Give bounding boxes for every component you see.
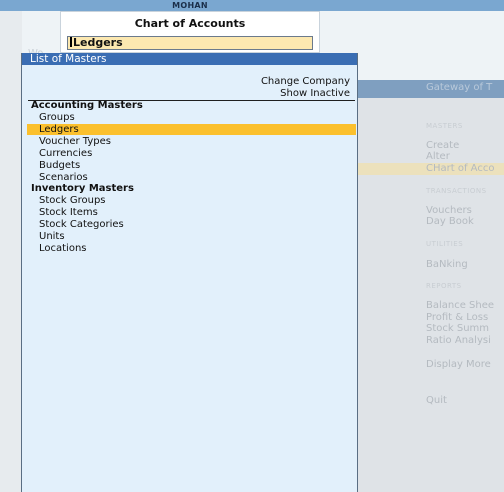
text-cursor [70, 37, 72, 47]
accounting-masters-heading: Accounting Masters [31, 100, 143, 111]
gateway-item-create[interactable]: Create [426, 140, 459, 151]
list-item-stock-groups[interactable]: Stock Groups [39, 195, 106, 206]
company-name: MOHAN [172, 1, 208, 10]
gateway-item-alter[interactable]: Alter [426, 151, 450, 162]
gateway-item-quit[interactable]: Quit [426, 395, 447, 406]
background-left-area [0, 11, 22, 492]
list-item-stock-categories[interactable]: Stock Categories [39, 219, 124, 230]
gateway-item-profit-loss[interactable]: Profit & Loss [426, 312, 488, 323]
list-of-masters-title: List of Masters [30, 53, 107, 65]
list-item-voucher-types[interactable]: Voucher Types [39, 136, 111, 147]
list-item-budgets[interactable]: Budgets [39, 160, 80, 171]
chart-of-accounts-title: Chart of Accounts [134, 17, 246, 30]
show-inactive-option[interactable]: Show Inactive [280, 88, 350, 99]
gateway-section-utilities: UTILITIES [426, 240, 464, 248]
gateway-section-reports: REPORTS [426, 282, 462, 290]
list-item-scenarios[interactable]: Scenarios [39, 172, 88, 183]
gateway-item-ratio-analysis[interactable]: Ratio Analysi [426, 335, 491, 346]
list-of-masters-panel: List of Masters Change Company Show Inac… [21, 53, 358, 492]
gateway-item-stock-summary[interactable]: Stock Summ [426, 323, 489, 334]
gateway-item-chart-of-accounts[interactable]: CHart of Acco [426, 163, 494, 174]
list-item-units[interactable]: Units [39, 231, 65, 242]
inventory-masters-heading: Inventory Masters [31, 183, 134, 194]
chart-of-accounts-input-value: Ledgers [73, 36, 123, 49]
gateway-item-day-book[interactable]: Day Book [426, 216, 474, 227]
gateway-title: Gateway of T [426, 82, 493, 93]
list-of-masters-header: List of Masters [22, 53, 357, 65]
gateway-panel: Gateway of T MASTERS Create Alter CHart … [358, 80, 504, 492]
list-item-stock-items[interactable]: Stock Items [39, 207, 98, 218]
gateway-item-display-more[interactable]: Display More [426, 359, 491, 370]
gateway-item-balance-sheet[interactable]: Balance Shee [426, 300, 494, 311]
list-item-ledgers[interactable]: Ledgers [39, 124, 79, 135]
gateway-header: Gateway of T [358, 80, 504, 98]
gateway-section-transactions: TRANSACTIONS [426, 187, 487, 195]
list-item-currencies[interactable]: Currencies [39, 148, 92, 159]
chart-of-accounts-panel: Chart of Accounts Ledgers [60, 11, 320, 53]
list-item-locations[interactable]: Locations [39, 243, 87, 254]
list-item-groups[interactable]: Groups [39, 112, 75, 123]
gateway-item-banking[interactable]: BaNking [426, 259, 468, 270]
change-company-option[interactable]: Change Company [261, 76, 350, 87]
chart-of-accounts-input[interactable]: Ledgers [67, 36, 313, 50]
title-bar: MOHAN [0, 0, 504, 11]
gateway-item-vouchers[interactable]: Vouchers [426, 205, 472, 216]
gateway-section-masters: MASTERS [426, 122, 463, 130]
